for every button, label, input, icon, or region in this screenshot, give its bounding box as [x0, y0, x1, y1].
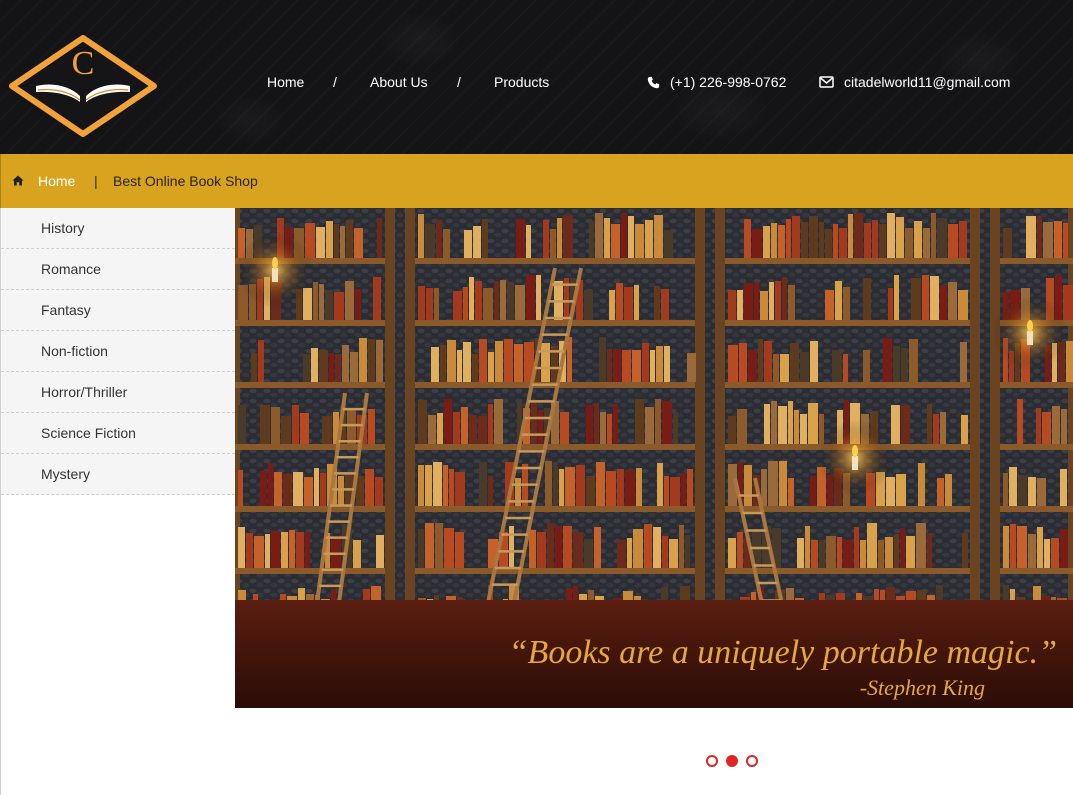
- phone-icon: [647, 76, 660, 88]
- breadcrumb-home-link[interactable]: Home: [38, 173, 75, 189]
- category-romance[interactable]: Romance: [1, 249, 235, 290]
- breadcrumb: Home | Best Online Book Shop: [0, 154, 1073, 208]
- nav-separator: /: [333, 74, 337, 90]
- nav-separator: /: [457, 74, 461, 90]
- category-list: History Romance Fantasy Non-fiction Horr…: [1, 208, 235, 495]
- hero-banner[interactable]: “Books are a uniquely portable magic.” -…: [235, 208, 1073, 708]
- banner-quote-author: -Stephen King: [860, 675, 985, 700]
- logo[interactable]: C: [8, 30, 158, 140]
- category-history[interactable]: History: [1, 208, 235, 249]
- phone-contact[interactable]: (+1) 226-998-0762: [647, 74, 786, 90]
- nav-about-us[interactable]: About Us: [370, 74, 428, 90]
- svg-text:C: C: [72, 45, 95, 82]
- slider-dot-3[interactable]: [746, 755, 758, 767]
- email-contact[interactable]: citadelworld11@gmail.com: [819, 74, 1010, 90]
- email-address: citadelworld11@gmail.com: [844, 74, 1011, 90]
- site-header: C Home / About Us / Products (+1) 226-99…: [0, 0, 1073, 154]
- category-horror-thriller[interactable]: Horror/Thriller: [1, 372, 235, 413]
- category-non-fiction[interactable]: Non-fiction: [1, 331, 235, 372]
- slider-pagination: [706, 755, 758, 767]
- category-science-fiction[interactable]: Science Fiction: [1, 413, 235, 454]
- home-icon: [12, 175, 24, 186]
- nav-products[interactable]: Products: [494, 74, 549, 90]
- category-mystery[interactable]: Mystery: [1, 454, 235, 495]
- category-sidebar: History Romance Fantasy Non-fiction Horr…: [0, 208, 235, 795]
- category-fantasy[interactable]: Fantasy: [1, 290, 235, 331]
- breadcrumb-separator: |: [94, 173, 98, 189]
- nav-home[interactable]: Home: [267, 74, 304, 90]
- bookshelf-illustration: “Books are a uniquely portable magic.” -…: [235, 208, 1073, 708]
- banner-quote: “Books are a uniquely portable magic.”: [509, 634, 1057, 671]
- slider-dot-1[interactable]: [706, 755, 718, 767]
- envelope-icon: [819, 76, 834, 88]
- phone-number: (+1) 226-998-0762: [670, 74, 787, 90]
- breadcrumb-current: Best Online Book Shop: [113, 173, 258, 189]
- slider-dot-2[interactable]: [726, 755, 738, 767]
